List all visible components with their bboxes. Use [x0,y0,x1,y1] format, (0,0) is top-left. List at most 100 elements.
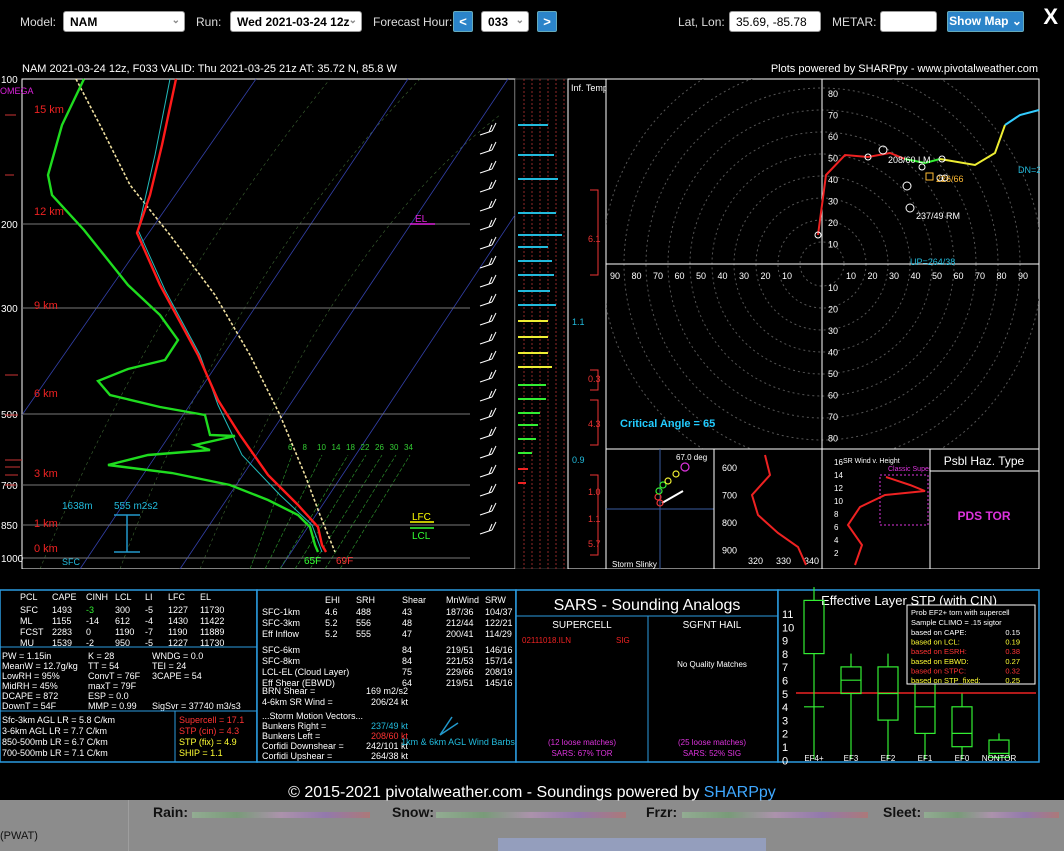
sharppy-link[interactable]: SHARPpy [704,784,776,801]
close-button[interactable]: X [1043,4,1058,30]
metar-input[interactable] [880,11,937,32]
parcel-table: PCL CAPE CINH LCL LI LFC ELSFC 1493 -3 300 -5 1227 1… [0,589,258,763]
kinematics-header: SRW [485,595,506,605]
thermo-value: maxT = 79F [88,681,137,691]
parcel-cell: 1190 [168,627,187,637]
ship: SHIP = 1.1 [179,748,223,758]
run-label: Run: [196,15,222,29]
stp-category: EF2 [881,754,896,763]
parcel-cell: 11422 [200,616,224,626]
parcel-header: PCL [20,592,38,602]
model-value: NAM [70,15,98,29]
parcel-cell: SFC [20,605,39,615]
kinematics-table: EHI SRH Shear MnWind SRW SFC-1km 4.6 488 43 187/3… [256,589,517,763]
sr-wind-plot: SR Wind v. Height Classic Supercell 1614… [821,448,942,570]
kinematics-cell: 114/29 [485,629,512,639]
downshear-label: DN=2 [1018,165,1040,175]
brn-shear-value: 169 m2/s2 [366,686,408,696]
critical-angle: Critical Angle = 65 [620,418,715,430]
parcel-header: CAPE [52,592,77,602]
slinky-label: Storm Slinky [612,560,657,569]
parcel-cell: 1227 [168,605,188,615]
mean-wind-label: 226/66 [936,174,964,184]
rain-scale [192,812,370,818]
hazard-type-title: Psbl Haz. Type [944,454,1025,468]
kinematics-cell: 157/14 [485,656,513,666]
thermo-value: ESP = 0.0 [88,691,129,701]
inf-temp-column: Inf. Temp. 6.1 1.1 0.3 4.3 0.9 1.0 1.1 5.7 [567,78,610,570]
parcel-cell: 0 [86,627,91,637]
parcel-cell: -5 [145,605,153,615]
kinematics-cell: SFC-3km [262,618,300,628]
srw46-label: 4-6km SR Wind = [262,697,333,707]
chevron-down-icon: ⌄ [171,15,180,26]
hodograph-x-tick: 70 [653,271,663,281]
hodograph-y-tick: 20 [828,305,838,315]
parcel-cell: -14 [86,616,99,626]
slinky-degrees: 67.0 deg [676,453,707,462]
kinematics-header: Shear [402,595,426,605]
parcel-cell: -7 [145,627,153,637]
stp-legend-label: based on STPC: [911,666,966,675]
sounding-graphic: NAM 2021-03-24 12z, F033 VALID: Thu 2021… [0,63,1041,767]
kinematics-header: MnWind [446,595,479,605]
stp-y-tick: 7 [782,662,788,674]
show-map-button[interactable]: Show Map ⌄ [947,11,1024,32]
inflow-srh: 555 m2s2 [114,501,158,512]
stp-y-tick: 5 [782,689,788,701]
next-hour-button[interactable]: > [537,11,557,32]
storm-motion-title: ...Storm Motion Vectors... [262,711,363,721]
model-label: Model: [20,15,57,29]
hodograph-y-tick: 80 [828,89,838,99]
stp-legend-label: based on ESRH: [911,647,967,656]
hodograph-y-tick: 30 [828,197,838,207]
hodograph-y-tick: 40 [828,175,838,185]
sars-hail-loose: (25 loose matches) [678,738,746,747]
prev-hour-button[interactable]: < [453,11,473,32]
parcel-cell: 612 [115,616,130,626]
mix-ratio-tick: 34 [404,443,413,452]
hodograph-y-tick: 50 [828,369,838,379]
column-value: 0.9 [572,455,585,465]
chevron-down-icon: ⌄ [348,15,357,26]
theta-y-tick: 800 [722,518,737,528]
thermo-value: MidRH = 45% [2,681,58,691]
srwind-y-tick: 4 [834,536,839,545]
srwind-y-tick: 8 [834,510,839,519]
parcel-header: LFC [168,592,186,602]
hazard-type-panel: Psbl Haz. Type PDS TOR [929,448,1040,570]
forecast-hour-select[interactable]: 033 ⌄ [481,11,529,32]
kinematics-cell: 187/36 [446,607,474,617]
parcel-cell: 1430 [168,616,188,626]
stp-legend-label: based on CAPE: [911,628,966,637]
height-label: 1 km [34,518,58,530]
thermo-value: MeanW = 12.7g/kg [2,661,78,671]
pressure-tick: 300 [1,304,18,315]
latlon-input[interactable]: 35.69, -85.78 [729,11,821,32]
theta-x-tick: 320 [748,556,763,566]
hodograph-y-tick: 40 [828,348,838,358]
kinematics-cell: 488 [356,607,371,617]
brn-shear-label: BRN Shear = [262,686,315,696]
kinematics-cell: 221/53 [446,656,474,666]
lm-label: 208/60 LM [888,155,931,165]
stp-y-tick: 10 [782,622,794,634]
model-select[interactable]: NAM ⌄ [63,11,185,32]
hodograph-x-tick: 30 [739,271,749,281]
rain-label: Rain: [153,804,188,820]
theta-y-tick: 600 [722,463,737,473]
thermo-value: DCAPE = 872 [2,691,58,701]
run-select[interactable]: Wed 2021-03-24 12z ⌄ [230,11,362,32]
hodograph-x-tick: 20 [868,271,878,281]
parcel-cell: ML [20,616,33,626]
height-label: 9 km [34,300,58,312]
theta-x-tick: 330 [776,556,791,566]
kinematics-cell: 208/19 [485,667,513,677]
parcel-cell: -3 [86,605,94,615]
storm-motion-label: Bunkers Left = [262,731,320,741]
parcel-cell: 1155 [52,616,71,626]
parcel-cell: 11730 [200,605,224,615]
height-label: 6 km [34,388,58,400]
parcel-cell: -4 [145,616,153,626]
hodograph-x-tick: 20 [761,271,771,281]
